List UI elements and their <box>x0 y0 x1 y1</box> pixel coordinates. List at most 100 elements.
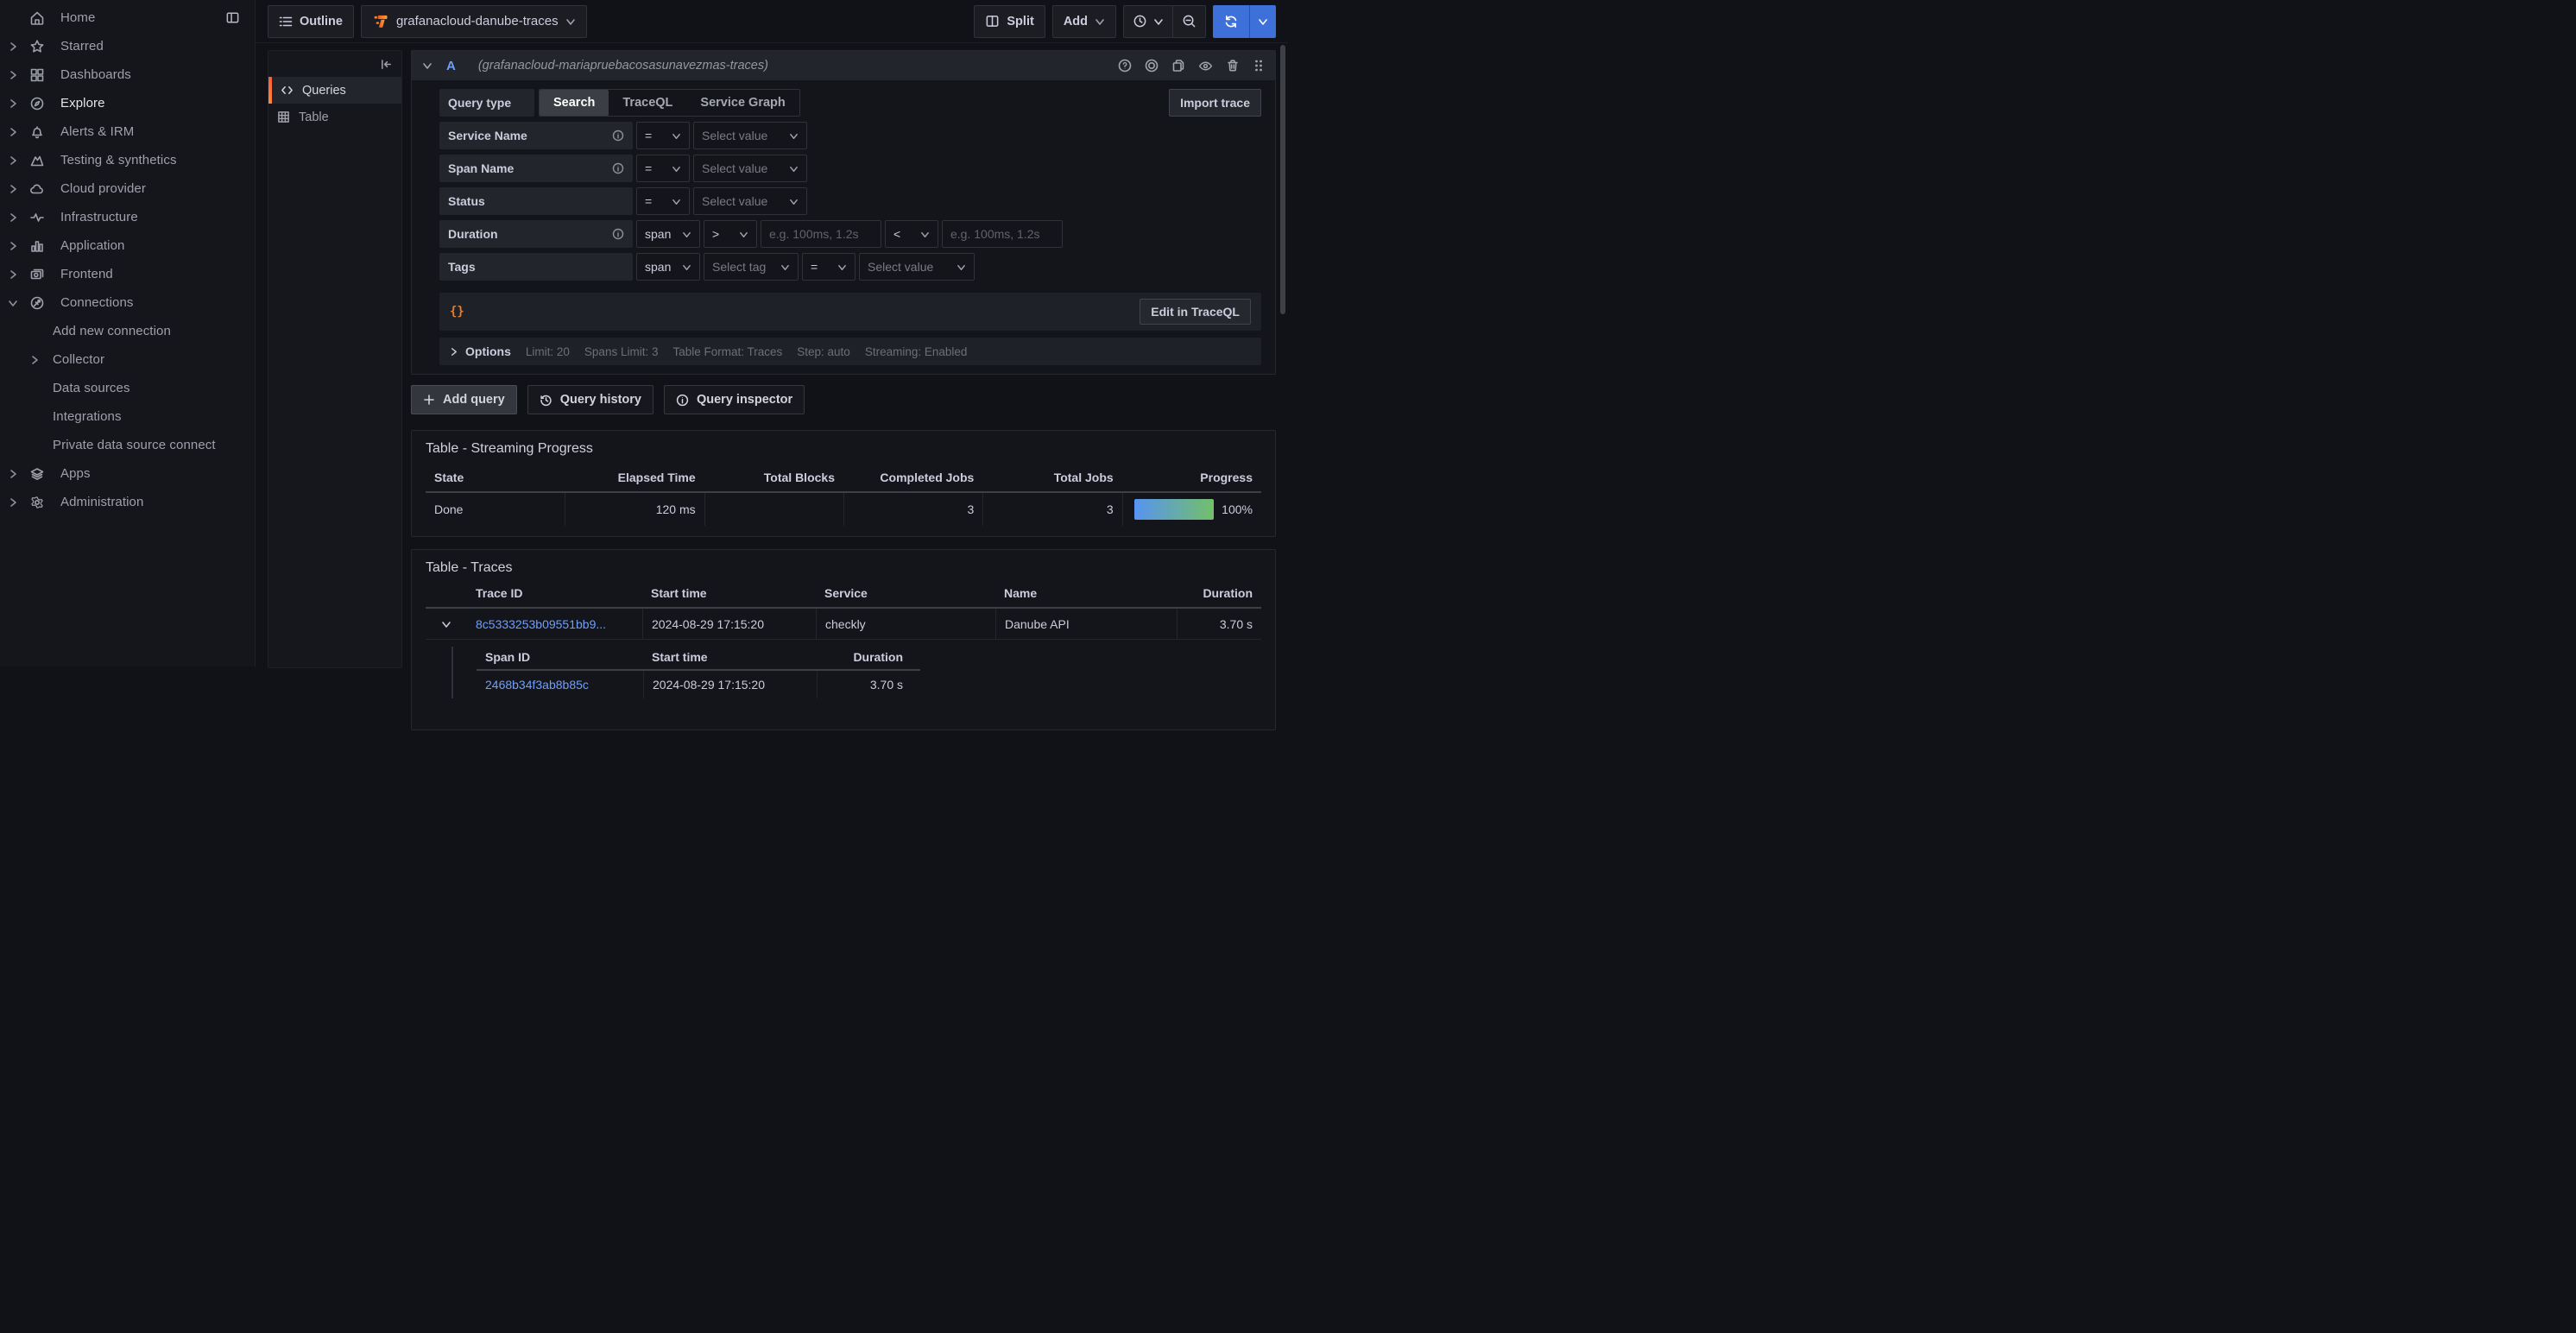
query-editor-header[interactable]: A (grafanacloud-mariapruebacosasunavezma… <box>412 51 1275 80</box>
sidebar-item-home[interactable]: Home <box>0 3 255 32</box>
column-header-completed-jobs[interactable]: Completed Jobs <box>843 465 982 491</box>
chevron-right-icon[interactable] <box>8 269 20 280</box>
sidebar-item-administration[interactable]: Administration <box>0 488 255 516</box>
column-header-service[interactable]: Service <box>816 583 995 607</box>
column-header-span-duration[interactable]: Duration <box>817 647 912 669</box>
span-name-operator-select[interactable]: = <box>636 155 690 182</box>
column-header-progress[interactable]: Progress <box>1122 465 1261 491</box>
duration-scope-select[interactable]: span <box>636 220 700 248</box>
query-type-traceql[interactable]: TraceQL <box>609 90 686 116</box>
chevron-right-icon[interactable] <box>8 155 20 166</box>
query-type-search[interactable]: Search <box>540 90 609 116</box>
help-icon[interactable] <box>1118 59 1132 73</box>
chevron-right-icon[interactable] <box>29 355 40 365</box>
add-query-button[interactable]: Add query <box>411 385 517 414</box>
options-collapsible[interactable]: Options Limit: 20 Spans Limit: 3 Table F… <box>439 338 1261 365</box>
chevron-right-icon[interactable] <box>8 241 20 251</box>
tags-tag-select[interactable]: Select tag <box>704 253 799 281</box>
info-icon[interactable] <box>612 228 624 240</box>
remove-query-trash-icon[interactable] <box>1226 59 1240 73</box>
chevron-right-icon[interactable] <box>8 469 20 479</box>
explore-toolbar: Outline grafanacloud-danube-traces Split… <box>256 0 1288 43</box>
service-name-operator-select[interactable]: = <box>636 122 690 149</box>
add-dropdown-button[interactable]: Add <box>1052 5 1116 38</box>
refresh-button[interactable] <box>1213 5 1249 38</box>
tags-operator-select[interactable]: = <box>802 253 856 281</box>
chevron-right-icon[interactable] <box>8 497 20 508</box>
sidebar-item-dashboards[interactable]: Dashboards <box>0 60 255 89</box>
duration-min-operator-select[interactable]: > <box>704 220 757 248</box>
duration-max-input[interactable] <box>942 220 1063 248</box>
sidebar-item-explore[interactable]: Explore <box>0 89 255 117</box>
refresh-interval-dropdown[interactable] <box>1249 5 1276 38</box>
collapse-outline-icon[interactable] <box>380 58 393 71</box>
span-id-link[interactable]: 2468b34f3ab8b85c <box>485 678 589 692</box>
edit-in-traceql-button[interactable]: Edit in TraceQL <box>1140 299 1251 325</box>
outline-item-table[interactable]: Table <box>268 104 401 130</box>
query-inspector-button[interactable]: Query inspector <box>664 385 805 414</box>
sidebar-item-testing-synthetics[interactable]: Testing & synthetics <box>0 146 255 174</box>
column-header-start-time[interactable]: Start time <box>642 583 816 607</box>
sidebar-item-data-sources[interactable]: Data sources <box>0 374 255 402</box>
sidebar-item-integrations[interactable]: Integrations <box>0 402 255 431</box>
column-header-span-id[interactable]: Span ID <box>477 647 643 669</box>
status-operator-select[interactable]: = <box>636 187 690 215</box>
sidebar-item-apps[interactable]: Apps <box>0 459 255 488</box>
column-header-name[interactable]: Name <box>995 583 1177 607</box>
info-icon[interactable] <box>612 162 624 174</box>
column-header-elapsed-time[interactable]: Elapsed Time <box>565 465 704 491</box>
outline-item-queries[interactable]: Queries <box>268 77 401 104</box>
column-header-total-jobs[interactable]: Total Jobs <box>982 465 1121 491</box>
disable-query-icon[interactable] <box>1145 59 1159 73</box>
sidebar-item-frontend[interactable]: Frontend <box>0 260 255 288</box>
info-icon[interactable] <box>612 130 624 142</box>
sidebar-item-infrastructure[interactable]: Infrastructure <box>0 203 255 231</box>
service-name-value-select[interactable]: Select value <box>693 122 807 149</box>
outline-button[interactable]: Outline <box>268 5 354 38</box>
status-value-select[interactable]: Select value <box>693 187 807 215</box>
chevron-right-icon[interactable] <box>8 98 20 109</box>
chevron-down-icon[interactable] <box>422 60 432 71</box>
vertical-scrollbar[interactable] <box>1280 45 1285 314</box>
column-header-duration[interactable]: Duration <box>1177 583 1261 607</box>
import-trace-button[interactable]: Import trace <box>1169 89 1261 117</box>
tags-scope-select[interactable]: span <box>636 253 700 281</box>
query-history-button[interactable]: Query history <box>527 385 653 414</box>
query-type-service-graph[interactable]: Service Graph <box>686 90 799 116</box>
sidebar-item-cloud-provider[interactable]: Cloud provider <box>0 174 255 203</box>
datasource-picker[interactable]: grafanacloud-danube-traces <box>361 5 587 38</box>
sidebar-item-add-new-connection[interactable]: Add new connection <box>0 317 255 345</box>
column-header-trace-id[interactable]: Trace ID <box>467 583 642 607</box>
dock-menu-icon[interactable] <box>225 10 240 25</box>
chevron-right-icon[interactable] <box>8 212 20 223</box>
chevron-right-icon[interactable] <box>8 70 20 80</box>
time-range-picker[interactable] <box>1124 6 1172 37</box>
tags-value-select[interactable]: Select value <box>859 253 975 281</box>
column-header-span-start-time[interactable]: Start time <box>643 647 817 669</box>
sidebar-item-connections[interactable]: Connections <box>0 288 255 317</box>
chevron-right-icon[interactable] <box>8 41 20 52</box>
duration-min-input[interactable] <box>761 220 881 248</box>
sidebar-item-alerts-irm[interactable]: Alerts & IRM <box>0 117 255 146</box>
column-header-total-blocks[interactable]: Total Blocks <box>704 465 843 491</box>
row-expander[interactable] <box>426 609 467 640</box>
spans-subtable-section: Span ID Start time Duration 2468b34f3ab8… <box>451 647 1261 698</box>
k6-icon <box>28 152 46 169</box>
chevron-right-icon[interactable] <box>8 127 20 137</box>
hide-response-eye-icon[interactable] <box>1198 59 1213 73</box>
sidebar-item-collector[interactable]: Collector <box>0 345 255 374</box>
span-name-value-select[interactable]: Select value <box>693 155 807 182</box>
chevron-down-icon <box>957 262 966 272</box>
trace-id-link[interactable]: 8c5333253b09551bb9... <box>476 617 606 631</box>
chevron-right-icon[interactable] <box>8 184 20 194</box>
chevron-down-icon[interactable] <box>8 298 20 308</box>
drag-handle-icon[interactable] <box>1253 59 1265 73</box>
sidebar-item-private-data-source-connect[interactable]: Private data source connect <box>0 431 255 459</box>
sidebar-item-application[interactable]: Application <box>0 231 255 260</box>
copy-query-icon[interactable] <box>1171 59 1185 73</box>
time-zoom-out-button[interactable] <box>1172 6 1205 37</box>
column-header-state[interactable]: State <box>426 465 565 491</box>
sidebar-item-starred[interactable]: Starred <box>0 32 255 60</box>
duration-max-operator-select[interactable]: < <box>885 220 938 248</box>
split-button[interactable]: Split <box>974 5 1045 38</box>
